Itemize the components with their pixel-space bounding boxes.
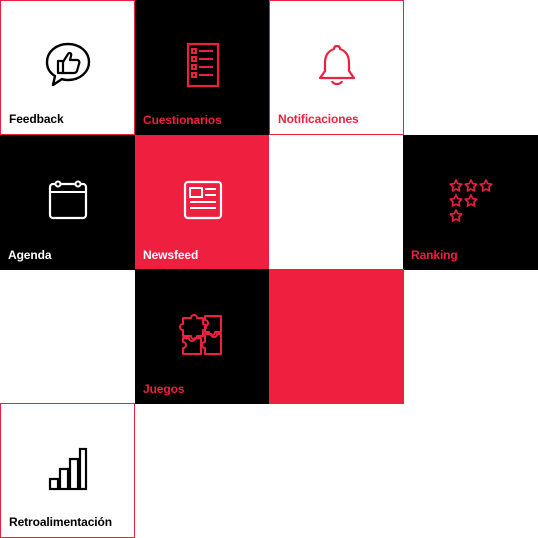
newspaper-icon bbox=[183, 180, 222, 220]
tile-label: Retroalimentación bbox=[9, 515, 112, 529]
tile-label: Notificaciones bbox=[278, 112, 359, 126]
tile-juegos[interactable]: Juegos bbox=[135, 269, 270, 404]
menu-grid: Feedback Cuestionarios Notificaciones Ag… bbox=[0, 0, 538, 538]
tile-label: Agenda bbox=[8, 248, 52, 262]
bar-chart-icon bbox=[48, 447, 87, 491]
tile-label: Newsfeed bbox=[143, 248, 199, 262]
tile-retroalimentacion[interactable]: Retroalimentación bbox=[0, 403, 135, 538]
checklist-icon bbox=[186, 42, 219, 88]
puzzle-icon bbox=[178, 314, 222, 355]
tile-notificaciones[interactable]: Notificaciones bbox=[269, 0, 404, 135]
thumbs-up-chat-icon bbox=[45, 42, 90, 87]
calendar-icon bbox=[48, 180, 87, 220]
tile-agenda[interactable]: Agenda bbox=[0, 135, 135, 270]
tile-label: Ranking bbox=[411, 248, 458, 262]
tile-cuestionarios[interactable]: Cuestionarios bbox=[135, 0, 270, 135]
tile-red-accent bbox=[269, 269, 404, 404]
tile-label: Feedback bbox=[9, 112, 64, 126]
tile-ranking[interactable]: Ranking bbox=[403, 135, 538, 270]
tile-feedback[interactable]: Feedback bbox=[0, 0, 135, 135]
tile-label: Cuestionarios bbox=[143, 113, 222, 127]
tile-label: Juegos bbox=[143, 382, 185, 396]
stars-icon bbox=[448, 179, 493, 222]
tile-empty bbox=[269, 135, 404, 270]
bell-icon bbox=[318, 44, 355, 86]
tile-newsfeed[interactable]: Newsfeed bbox=[135, 135, 270, 270]
